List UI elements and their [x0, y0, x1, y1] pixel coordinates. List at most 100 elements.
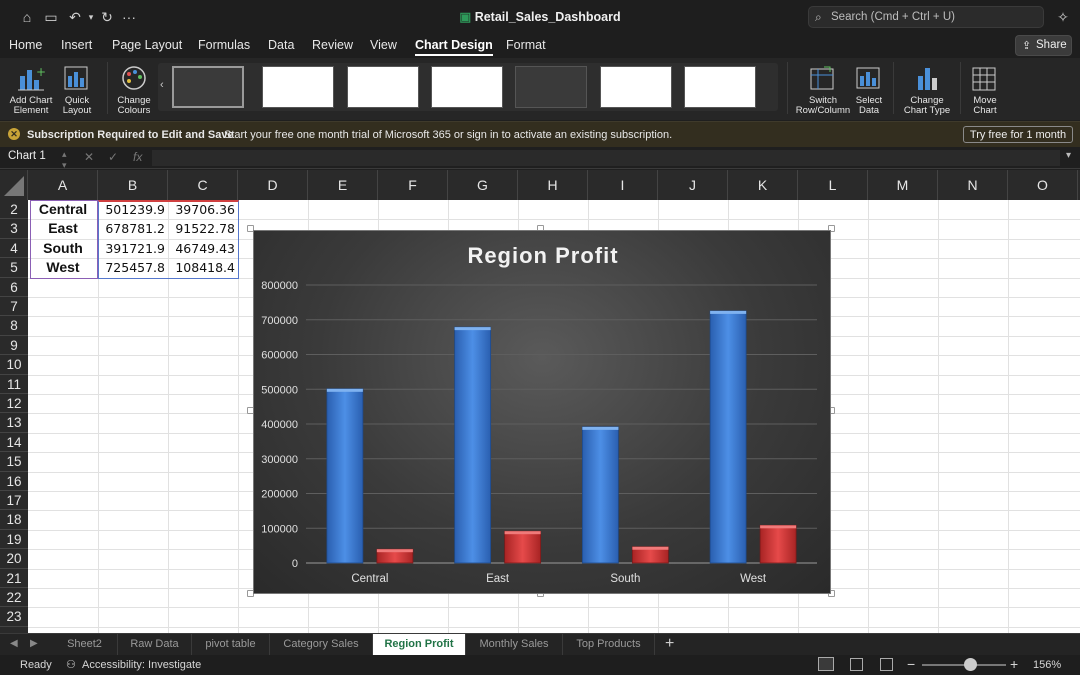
row-header-3[interactable]: 3 — [0, 219, 28, 239]
sheet-tab-pivot-table[interactable]: pivot table — [192, 634, 270, 655]
zoom-level[interactable]: 156% — [1033, 659, 1061, 671]
column-header-i[interactable]: I — [588, 170, 658, 200]
row-header-11[interactable]: 11 — [0, 375, 28, 394]
row-header-19[interactable]: 19 — [0, 530, 28, 550]
move-chart-button[interactable]: Move Chart — [966, 64, 1004, 116]
sheet-tab-category-sales[interactable]: Category Sales — [270, 634, 373, 655]
quick-layout-button[interactable]: Quick Layout — [58, 64, 96, 116]
add-sheet-icon[interactable]: + — [665, 635, 674, 653]
column-header-c[interactable]: C — [168, 170, 238, 200]
gallery-prev-icon[interactable]: ‹ — [160, 79, 164, 91]
row-header-13[interactable]: 13 — [0, 413, 28, 433]
next-sheet-icon[interactable]: ▶ — [30, 638, 38, 649]
change-colours-button[interactable]: Change Colours — [113, 64, 155, 116]
chart-style-4[interactable] — [431, 66, 503, 108]
search-input[interactable]: ⌕ Search (Cmd + Ctrl + U) — [808, 6, 1044, 28]
tab-review[interactable]: Review — [312, 38, 353, 52]
column-header-l[interactable]: L — [798, 170, 868, 200]
row-header-21[interactable]: 21 — [0, 569, 28, 588]
row-header-16[interactable]: 16 — [0, 472, 28, 491]
cancel-icon[interactable]: ✕ — [84, 150, 94, 164]
region-profit-chart[interactable]: Region Profit 0 100000 200000 300000 400000 5… — [253, 230, 831, 594]
tab-insert[interactable]: Insert — [61, 38, 92, 52]
blue-bar-east[interactable] — [454, 326, 492, 564]
column-header-a[interactable]: A — [28, 170, 98, 200]
sheet-tab-raw-data[interactable]: Raw Data — [118, 634, 192, 655]
change-chart-type-button[interactable]: Change Chart Type — [900, 64, 954, 116]
switch-row-column-button[interactable]: Switch Row/Column — [794, 64, 852, 116]
column-header-o[interactable]: O — [1008, 170, 1078, 200]
select-all-corner[interactable] — [0, 170, 28, 200]
copilot-icon[interactable]: ✧ — [1054, 8, 1072, 26]
chart-style-3[interactable] — [347, 66, 419, 108]
blue-bar-south[interactable] — [581, 426, 619, 564]
chart-style-1[interactable] — [172, 66, 244, 108]
column-header-e[interactable]: E — [308, 170, 378, 200]
select-data-button[interactable]: Select Data — [852, 64, 886, 116]
tab-page-layout[interactable]: Page Layout — [112, 38, 182, 52]
row-header-5[interactable]: 5 — [0, 258, 28, 278]
prev-sheet-icon[interactable]: ◀ — [10, 638, 18, 649]
row-header-6[interactable]: 6 — [0, 278, 28, 297]
tab-data[interactable]: Data — [268, 38, 294, 52]
column-header-h[interactable]: H — [518, 170, 588, 200]
zoom-slider-thumb[interactable] — [964, 658, 977, 671]
page-break-view-icon[interactable] — [880, 658, 893, 671]
row-header-15[interactable]: 15 — [0, 452, 28, 472]
row-header-10[interactable]: 10 — [0, 355, 28, 375]
row-header-8[interactable]: 8 — [0, 316, 28, 336]
row-header-4[interactable]: 4 — [0, 239, 28, 259]
sheet-tab-sheet2[interactable]: Sheet2 — [52, 634, 118, 655]
column-header-k[interactable]: K — [728, 170, 798, 200]
fx-icon[interactable]: fx — [133, 150, 142, 164]
column-header-b[interactable]: B — [98, 170, 168, 200]
blue-bar-west[interactable] — [709, 310, 747, 564]
column-header-n[interactable]: N — [938, 170, 1008, 200]
row-header-12[interactable]: 12 — [0, 394, 28, 414]
row-header-14[interactable]: 14 — [0, 433, 28, 453]
row-header-9[interactable]: 9 — [0, 336, 28, 356]
chart-style-6[interactable] — [600, 66, 672, 108]
sheet-tab-top-products[interactable]: Top Products — [563, 634, 655, 655]
blue-bar-central[interactable] — [326, 388, 364, 564]
enter-icon[interactable]: ✓ — [108, 150, 118, 164]
sheet-tab-region-profit[interactable]: Region Profit — [373, 634, 466, 655]
name-box-stepper-icon[interactable]: ▴ ▾ — [62, 149, 67, 171]
tab-chart-design[interactable]: Chart Design — [415, 38, 493, 56]
formula-input[interactable] — [152, 150, 1060, 166]
chart-style-7[interactable] — [684, 66, 756, 108]
chart-style-2[interactable] — [262, 66, 334, 108]
worksheet-grid[interactable]: ABCDEFGHIJKLMNO 2 3 4 5 6 7 8 9 10 11 12 13 14 15 16 17… — [0, 170, 1080, 633]
page-layout-view-icon[interactable] — [850, 658, 863, 671]
tab-view[interactable]: View — [370, 38, 397, 52]
red-bar-west[interactable] — [759, 524, 797, 564]
accessibility-icon[interactable]: ⚇ — [66, 658, 76, 671]
row-header-20[interactable]: 20 — [0, 549, 28, 569]
column-header-j[interactable]: J — [658, 170, 728, 200]
sheet-tab-monthly-sales[interactable]: Monthly Sales — [466, 634, 563, 655]
tab-format[interactable]: Format — [506, 38, 546, 52]
tab-formulas[interactable]: Formulas — [198, 38, 250, 52]
x-tick-label: Central — [351, 573, 388, 585]
zoom-out-icon[interactable]: − — [907, 656, 915, 672]
normal-view-icon[interactable] — [818, 657, 834, 671]
column-header-m[interactable]: M — [868, 170, 938, 200]
accessibility-status[interactable]: Accessibility: Investigate — [82, 659, 201, 671]
row-header-22[interactable]: 22 — [0, 588, 28, 608]
column-header-g[interactable]: G — [448, 170, 518, 200]
row-header-2[interactable]: 2 — [0, 200, 28, 220]
row-header-17[interactable]: 17 — [0, 491, 28, 511]
tab-home[interactable]: Home — [9, 38, 42, 52]
red-bar-east[interactable] — [504, 530, 542, 564]
share-button[interactable]: ⇪ Share — [1015, 35, 1072, 56]
add-chart-element-button[interactable]: + Add Chart Element — [6, 64, 56, 116]
row-header-18[interactable]: 18 — [0, 510, 28, 530]
zoom-in-icon[interactable]: + — [1010, 656, 1018, 672]
row-header-23[interactable]: 23 — [0, 607, 28, 627]
try-free-button[interactable]: Try free for 1 month — [963, 126, 1073, 143]
row-header-7[interactable]: 7 — [0, 297, 28, 317]
expand-formula-icon[interactable]: ▾ — [1066, 150, 1071, 161]
column-header-d[interactable]: D — [238, 170, 308, 200]
column-header-f[interactable]: F — [378, 170, 448, 200]
chart-style-5[interactable] — [515, 66, 587, 108]
